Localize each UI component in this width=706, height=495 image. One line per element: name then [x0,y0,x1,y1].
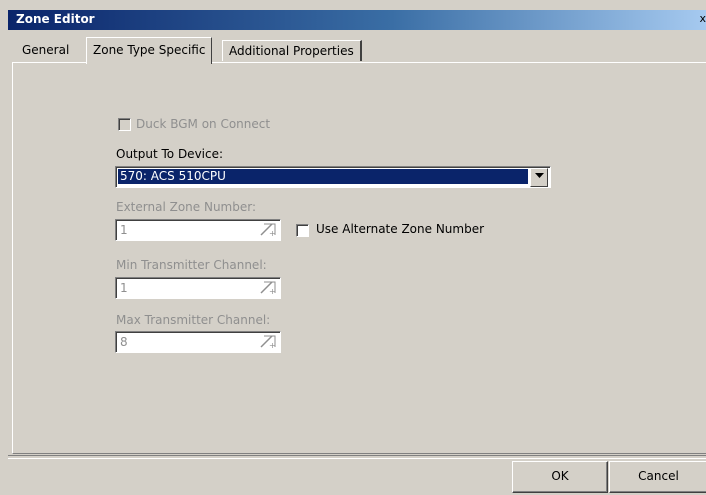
min-channel-input[interactable]: 1 + [115,277,281,299]
ok-button[interactable]: OK [512,461,608,493]
use-alternate-checkbox[interactable] [296,224,309,237]
close-icon[interactable]: x [699,12,706,25]
duck-bgm-checkbox[interactable] [118,118,131,131]
tab-zone-type-specific[interactable]: Zone Type Specific [86,37,213,64]
tab-general[interactable]: General [16,40,75,60]
min-channel-label: Min Transmitter Channel: [116,258,267,272]
output-device-value: 570: ACS 510CPU [117,168,529,185]
external-zone-value: 1 [120,223,128,237]
external-zone-label: External Zone Number: [116,200,257,214]
use-alternate-label: Use Alternate Zone Number [316,222,485,236]
tab-additional-properties[interactable]: Additional Properties [222,40,362,61]
title-bar[interactable]: Zone Editor x [8,10,706,30]
spin-edit-icon[interactable]: + [258,221,278,238]
output-device-label: Output To Device: [116,147,224,161]
duck-bgm-label: Duck BGM on Connect [136,117,271,131]
max-channel-label: Max Transmitter Channel: [116,313,271,327]
spin-edit-icon[interactable]: + [258,279,278,296]
max-channel-input[interactable]: 8 + [115,331,281,353]
external-zone-input[interactable]: 1 + [115,219,281,241]
svg-text:+: + [269,287,276,296]
spin-edit-icon[interactable]: + [258,333,278,350]
chevron-down-icon[interactable] [530,168,548,187]
max-channel-value: 8 [120,335,128,349]
button-bar-divider [8,455,706,459]
min-channel-value: 1 [120,281,128,295]
output-device-select[interactable]: 570: ACS 510CPU [115,166,551,188]
window-left-edge [0,0,8,495]
window-title: Zone Editor [16,12,95,26]
svg-text:+: + [269,341,276,350]
cancel-button[interactable]: Cancel [609,461,706,493]
svg-text:+: + [269,229,276,238]
